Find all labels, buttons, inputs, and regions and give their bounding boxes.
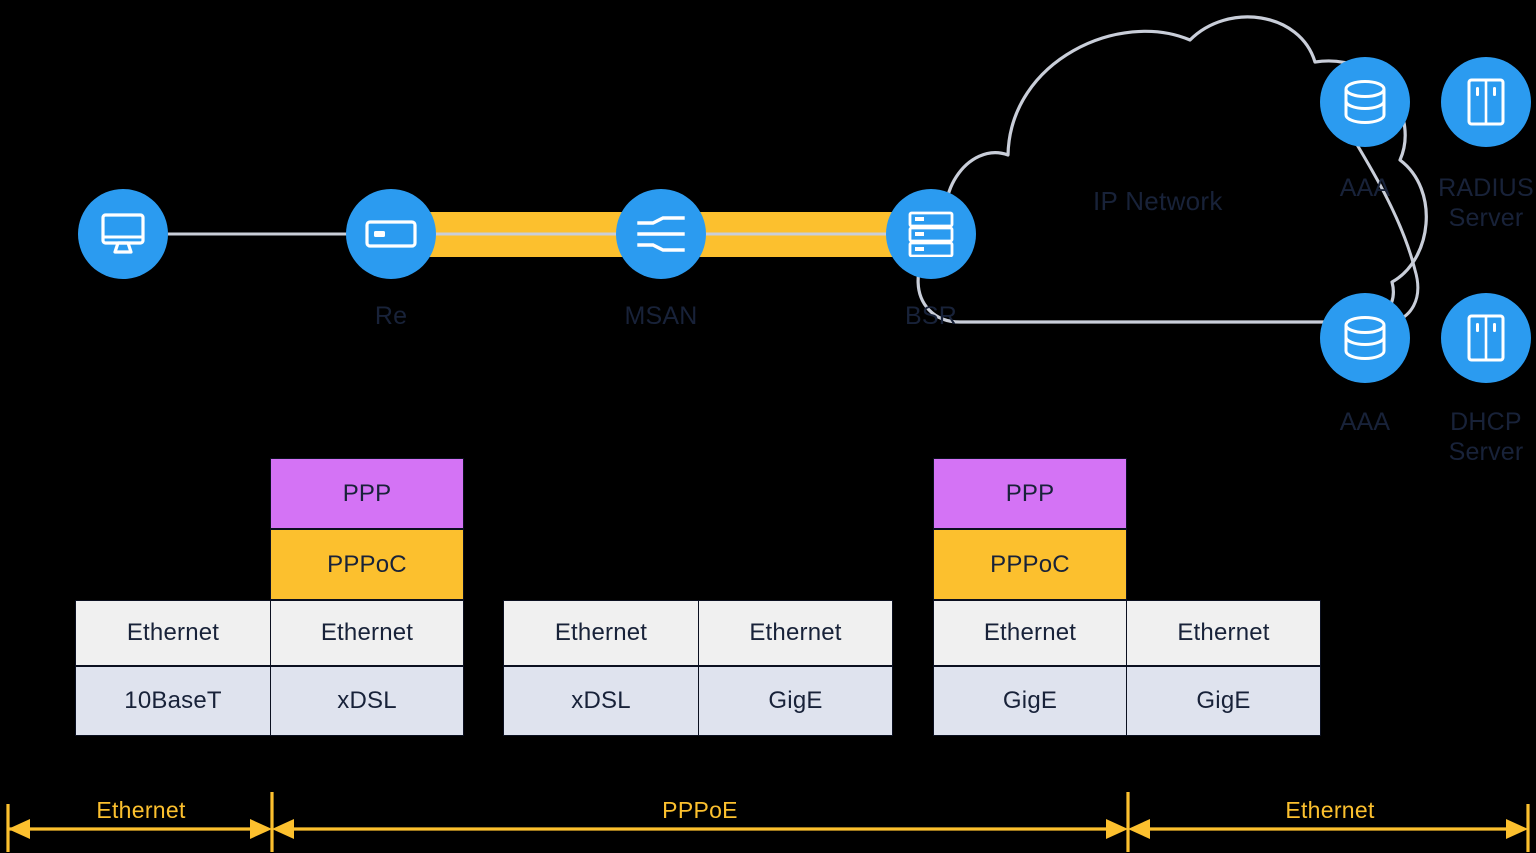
monitor-icon (99, 212, 147, 256)
stack-cell-gige: GigE (933, 666, 1127, 736)
stack-cell-gige: GigE (1126, 666, 1321, 736)
node-label-bsr: BSR (904, 302, 957, 330)
node-dhcp-server[interactable] (1441, 293, 1531, 383)
node-aaa-bottom[interactable] (1320, 293, 1410, 383)
stack-cell-pppoc: PPPoC (933, 529, 1127, 600)
span-label-ethernet-right: Ethernet (1285, 797, 1375, 823)
stack-cell-ethernet: Ethernet (933, 600, 1127, 666)
node-radius-server[interactable] (1441, 57, 1531, 147)
node-aaa-top[interactable] (1320, 57, 1410, 147)
multiplexer-icon (635, 214, 687, 254)
stack-cell-ethernet: Ethernet (75, 600, 271, 666)
stack-cell-ethernet: Ethernet (698, 600, 893, 666)
node-label-msan: MSAN (624, 302, 698, 330)
stack-cell-ppp: PPP (933, 458, 1127, 529)
node-re[interactable] (346, 189, 436, 279)
span-label-ethernet-left: Ethernet (96, 797, 186, 823)
ip-network-label: IP Network (1093, 186, 1223, 216)
stack-cell-ethernet: Ethernet (503, 600, 699, 666)
node-label-radius-server: RADIUS Server (1438, 174, 1534, 232)
modem-icon (365, 220, 417, 248)
stack-cell-xdsl: xDSL (503, 666, 699, 736)
node-bsr[interactable] (886, 189, 976, 279)
stack-cell-gige: GigE (698, 666, 893, 736)
node-label-dhcp-server: DHCP Server (1448, 408, 1524, 466)
stack-cell-pppoc: PPPoC (270, 529, 464, 600)
server-cabinet-icon (1466, 78, 1506, 126)
stack-cell-10baset: 10BaseT (75, 666, 271, 736)
stack-cell-ethernet: Ethernet (270, 600, 464, 666)
server-rack-icon (907, 211, 955, 257)
database-icon (1341, 315, 1389, 361)
node-label-re: Re (374, 302, 408, 330)
diagram-canvas: Re MSAN BSR AAA RADIUS Server AAA DHCP S… (0, 0, 1536, 853)
node-cpe[interactable] (78, 189, 168, 279)
node-msan[interactable] (616, 189, 706, 279)
stack-cell-ethernet: Ethernet (1126, 600, 1321, 666)
span-label-pppoe: PPPoE (662, 797, 738, 823)
database-icon (1341, 79, 1389, 125)
stack-cell-ppp: PPP (270, 458, 464, 529)
server-cabinet-icon (1466, 314, 1506, 362)
stack-cell-xdsl: xDSL (270, 666, 464, 736)
